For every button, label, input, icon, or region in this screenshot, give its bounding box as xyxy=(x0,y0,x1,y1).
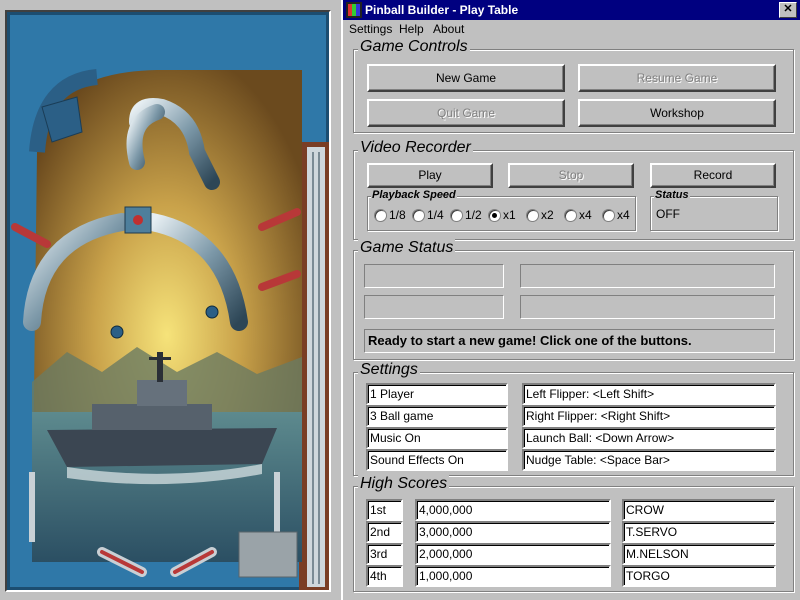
speed-label: x4 xyxy=(579,208,592,222)
speed-radio-6[interactable] xyxy=(564,209,577,222)
status-field-1 xyxy=(364,264,504,288)
high-scores-title: High Scores xyxy=(358,475,450,493)
high-score-rank: 2nd xyxy=(366,521,403,543)
speed-label: x2 xyxy=(541,208,554,222)
speed-label: 1/4 xyxy=(427,208,444,222)
record-button[interactable]: Record xyxy=(650,163,776,188)
title-bar: Pinball Builder - Play Table ✕ xyxy=(343,0,800,20)
window-title: Pinball Builder - Play Table xyxy=(365,3,519,17)
status-value: OFF xyxy=(656,207,680,221)
high-score-name: M.NELSON xyxy=(622,543,776,565)
high-score-rank: 4th xyxy=(366,565,403,587)
setting-nudge-table[interactable]: Nudge Table: <Space Bar> xyxy=(522,449,776,471)
playfield-art xyxy=(7,12,329,590)
high-score-rank: 3rd xyxy=(366,543,403,565)
game-status-group: Game Status Ready to start a new game! C… xyxy=(353,239,794,360)
high-score-rank: 1st xyxy=(366,499,403,521)
high-score-name: TORGO xyxy=(622,565,776,587)
speed-radio-5[interactable] xyxy=(526,209,539,222)
setting-balls[interactable]: 3 Ball game xyxy=(366,405,508,427)
app-icon xyxy=(346,2,362,18)
status-message: Ready to start a new game! Click one of … xyxy=(364,329,775,353)
video-recorder-title: Video Recorder xyxy=(358,139,473,157)
speed-label: x1 xyxy=(503,208,516,222)
speed-radio-7[interactable] xyxy=(602,209,615,222)
settings-group: Settings 1 Player 3 Ball game Music On S… xyxy=(353,361,794,476)
speed-radio-2[interactable] xyxy=(412,209,425,222)
playback-speed-title: Playback Speed xyxy=(371,189,457,201)
workshop-button[interactable]: Workshop xyxy=(578,99,776,127)
status-field-3 xyxy=(364,295,504,319)
playback-speed-group: Playback Speed 1/8 1/4 1/2 x1 x2 x4 x4 xyxy=(367,189,636,231)
stop-button[interactable]: Stop xyxy=(508,163,634,188)
speed-label: x4 xyxy=(617,208,630,222)
game-controls-group: Game Controls New Game Resume Game Quit … xyxy=(353,38,794,133)
setting-players[interactable]: 1 Player xyxy=(366,383,508,405)
status-group: Status OFF xyxy=(650,189,778,231)
menu-settings[interactable]: Settings xyxy=(349,22,392,36)
play-button[interactable]: Play xyxy=(367,163,493,188)
settings-title: Settings xyxy=(358,361,420,379)
new-game-button[interactable]: New Game xyxy=(367,64,565,92)
speed-label: 1/8 xyxy=(389,208,406,222)
high-score-value: 4,000,000 xyxy=(415,499,611,521)
high-score-value: 1,000,000 xyxy=(415,565,611,587)
high-score-value: 2,000,000 xyxy=(415,543,611,565)
speed-label: 1/2 xyxy=(465,208,482,222)
playfield-frame xyxy=(0,0,338,600)
setting-launch-ball[interactable]: Launch Ball: <Down Arrow> xyxy=(522,427,776,449)
status-field-4 xyxy=(520,295,775,319)
menu-help[interactable]: Help xyxy=(399,22,424,36)
speed-radio-4[interactable] xyxy=(488,209,501,222)
game-status-title: Game Status xyxy=(358,239,456,257)
game-controls-title: Game Controls xyxy=(358,38,470,56)
high-score-name: CROW xyxy=(622,499,776,521)
close-button[interactable]: ✕ xyxy=(779,2,797,18)
setting-sound-effects[interactable]: Sound Effects On xyxy=(366,449,508,471)
high-scores-group: High Scores 1st 4,000,000 CROW 2nd 3,000,000… xyxy=(353,475,794,592)
setting-left-flipper[interactable]: Left Flipper: <Left Shift> xyxy=(522,383,776,405)
setting-right-flipper[interactable]: Right Flipper: <Right Shift> xyxy=(522,405,776,427)
high-score-name: T.SERVO xyxy=(622,521,776,543)
setting-music[interactable]: Music On xyxy=(366,427,508,449)
menu-about[interactable]: About xyxy=(433,22,464,36)
menu-bar: Settings Help About xyxy=(343,20,800,38)
video-recorder-group: Video Recorder Play Stop Record Playback… xyxy=(353,139,794,240)
pinball-playfield xyxy=(5,10,331,592)
speed-radio-1[interactable] xyxy=(374,209,387,222)
status-field-2 xyxy=(520,264,775,288)
resume-game-button[interactable]: Resume Game xyxy=(578,64,776,92)
quit-game-button[interactable]: Quit Game xyxy=(367,99,565,127)
control-panel: Pinball Builder - Play Table ✕ Settings … xyxy=(341,0,800,600)
high-score-value: 3,000,000 xyxy=(415,521,611,543)
speed-radio-3[interactable] xyxy=(450,209,463,222)
status-title: Status xyxy=(654,189,690,201)
